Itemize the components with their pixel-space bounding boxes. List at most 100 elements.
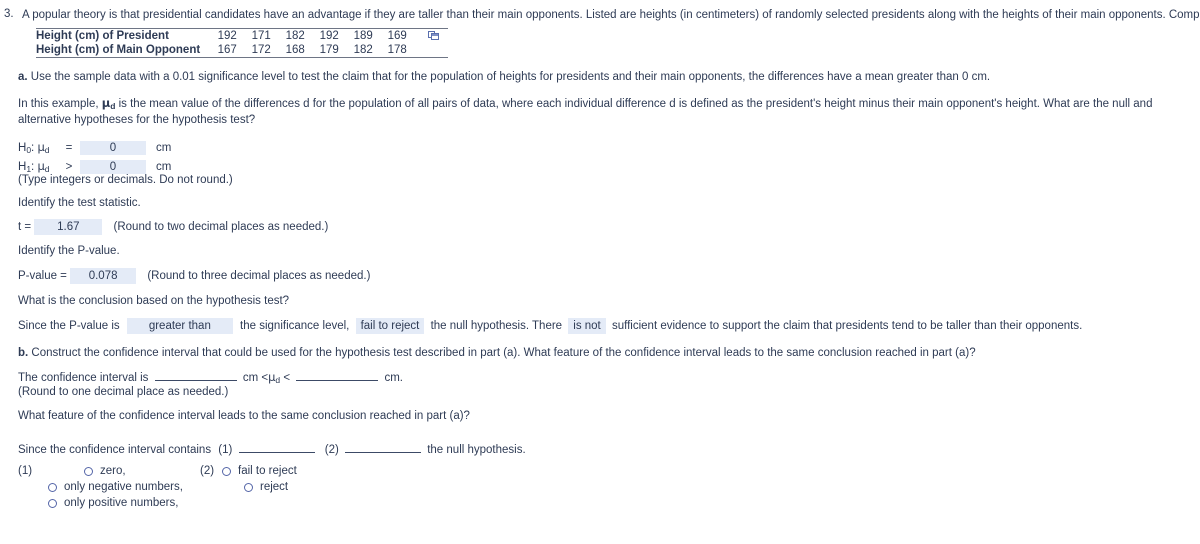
part-b-letter: b. [18, 347, 29, 359]
test-statistic-row: t = 1.67 (Round to two decimal places as… [18, 219, 328, 235]
pvalue-row: P-value = 0.078 (Round to three decimal … [18, 268, 370, 284]
hypothesis-note: (Type integers or decimals. Do not round… [18, 174, 233, 186]
choice-1-option-2[interactable]: only negative numbers, [18, 479, 183, 495]
president-value-2: 171 [244, 28, 279, 43]
conclusion-mid-1: the significance level, [240, 320, 350, 332]
ci-lower-input[interactable] [154, 369, 237, 381]
choice-group-2: (2) fail to reject reject [200, 463, 297, 495]
radio-icon-zero[interactable] [84, 466, 93, 476]
radio-icon-fail-to-reject[interactable] [222, 466, 231, 476]
choice-2-label-1: fail to reject [238, 465, 297, 477]
ci-end-unit: cm. [384, 372, 403, 384]
test-statistic-label: t = [18, 221, 32, 233]
h1-operator: > [65, 161, 73, 173]
choice-2-label-2: reject [260, 481, 289, 493]
h1-label: H1: μd [18, 159, 50, 174]
h0-mu-subscript: d [44, 145, 50, 155]
h0-value-input[interactable]: 0 [80, 141, 146, 155]
choice-group-1-label: (1) [18, 465, 33, 477]
feature-prompt: What feature of the confidence interval … [18, 410, 470, 422]
mu-symbol-explanation: μ [101, 96, 111, 110]
radio-icon-only-positive[interactable] [48, 498, 57, 508]
radio-icon-only-negative[interactable] [48, 482, 57, 492]
test-statistic-note: (Round to two decimal places as needed.) [113, 221, 329, 233]
ci-prefix: The confidence interval is [18, 372, 149, 384]
conclusion-mid-2: the null hypothesis. There [430, 320, 563, 332]
conclusion-prefix: Since the P-value is [18, 320, 120, 332]
question-intro: A popular theory is that presidential ca… [22, 9, 1200, 21]
choice-1-label-2: only negative numbers, [64, 481, 183, 493]
president-value-4: 192 [312, 28, 347, 43]
pvalue-prompt: Identify the P-value. [18, 245, 120, 257]
opponent-value-2: 172 [244, 43, 279, 58]
part-a-letter: a. [18, 71, 28, 83]
opponent-value-3: 168 [278, 43, 313, 58]
opponent-value-5: 182 [346, 43, 381, 58]
opponent-value-4: 179 [312, 43, 347, 58]
h1-mu: μ [37, 159, 45, 173]
blank-1-input[interactable] [238, 441, 315, 453]
part-b-prompt-text: Construct the confidence interval that c… [28, 347, 976, 359]
null-hypothesis-row: H0: μd = 0 cm [18, 140, 171, 155]
explanation-prefix: In this example, [18, 98, 102, 110]
blank-2-input[interactable] [345, 441, 422, 453]
part-a-explanation: In this example, μd is the mean value of… [18, 96, 1178, 127]
pvalue-input[interactable]: 0.078 [70, 268, 137, 284]
part-a-prompt-text: Use the sample data with a 0.01 signific… [27, 71, 991, 83]
h0-label: H0: μd [18, 140, 50, 155]
part-b-prompt: b. Construct the confidence interval tha… [18, 346, 976, 360]
choice-1-option-3[interactable]: only positive numbers, [18, 495, 183, 511]
row-label-president: Height (cm) of President [36, 28, 211, 43]
feature-answer-row: Since the confidence interval contains (… [18, 441, 526, 457]
test-statistic-prompt: Identify the test statistic. [18, 197, 141, 209]
opponent-value-1: 167 [210, 43, 245, 58]
ci-note: (Round to one decimal place as needed.) [18, 386, 229, 398]
question-number: 3. [4, 8, 14, 20]
choice-2-option-1[interactable]: (2) fail to reject [200, 463, 297, 479]
part-a-prompt: a. Use the sample data with a 0.01 signi… [18, 70, 990, 84]
table-row-president: Height (cm) of President 192 171 182 192… [36, 28, 449, 43]
choice-group-1: (1) zero, only negative numbers, only po… [18, 463, 183, 511]
ci-less-than: < [283, 372, 291, 384]
opponent-value-6: 178 [380, 43, 415, 58]
h0-subscript: 0 [26, 145, 32, 155]
test-statistic-input[interactable]: 1.67 [34, 219, 103, 235]
alternative-hypothesis-row: H1: μd >0 cm [18, 159, 171, 174]
height-data-table: Height (cm) of President 192 171 182 192… [36, 28, 449, 58]
blank-1-label: (1) [218, 444, 233, 456]
question-page: 3. A popular theory is that presidential… [0, 0, 1200, 544]
h1-unit: cm [156, 161, 172, 173]
ci-upper-input[interactable] [296, 369, 379, 381]
table-row-opponent: Height (cm) of Main Opponent 167 172 168… [36, 43, 449, 58]
copy-icon-front-sheet [431, 32, 440, 40]
copy-icon[interactable] [428, 30, 440, 41]
president-value-5: 189 [346, 28, 381, 43]
feature-end: the null hypothesis. [427, 444, 526, 456]
president-value-3: 182 [278, 28, 313, 43]
conclusion-comparison-dropdown[interactable]: greater than [126, 318, 233, 334]
choice-2-option-2[interactable]: reject [200, 479, 297, 495]
conclusion-end: sufficient evidence to support the claim… [611, 320, 1083, 332]
pvalue-label: P-value = [18, 270, 67, 282]
conclusion-prompt: What is the conclusion based on the hypo… [18, 295, 290, 307]
president-value-1: 192 [210, 28, 245, 43]
opponent-spacer-cell [414, 43, 449, 58]
pvalue-note: (Round to three decimal places as needed… [147, 270, 371, 282]
row-label-opponent: Height (cm) of Main Opponent [36, 43, 211, 58]
copy-data-cell [414, 28, 449, 43]
ci-mid-unit: cm < [242, 372, 269, 384]
choice-1-label-3: only positive numbers, [64, 497, 179, 509]
conclusion-decision-dropdown[interactable]: fail to reject [355, 318, 425, 334]
feature-prefix: Since the confidence interval contains [18, 444, 212, 456]
h0-unit: cm [156, 142, 172, 154]
h0-operator: = [65, 142, 73, 154]
h1-value-input[interactable]: 0 [80, 160, 146, 174]
radio-icon-reject[interactable] [244, 482, 253, 492]
choice-1-option-1[interactable]: (1) zero, [18, 463, 183, 479]
ci-mu-subscript: d [275, 375, 281, 385]
blank-2-label: (2) [324, 444, 339, 456]
choice-1-label-1: zero, [100, 465, 126, 477]
president-value-6: 169 [380, 28, 415, 43]
conclusion-evidence-dropdown[interactable]: is not [568, 318, 606, 334]
explanation-suffix: is the mean value of the differences d f… [18, 98, 1153, 126]
